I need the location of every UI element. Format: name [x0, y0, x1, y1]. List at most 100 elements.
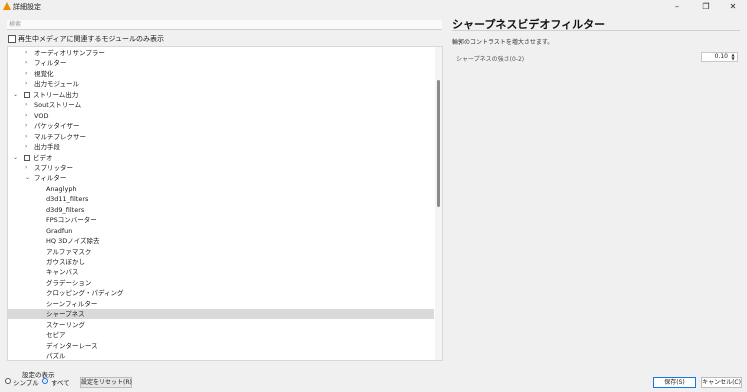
stream-output-icon — [24, 91, 30, 98]
tree-row-label: d3d9_filters — [46, 205, 85, 214]
tree-row[interactable]: ⌄ ビデオ — [8, 153, 434, 163]
all-radio-label[interactable]: すべて — [51, 377, 70, 387]
collapse-chevron-icon[interactable]: › — [25, 163, 27, 173]
expand-chevron-icon[interactable]: ⌄ — [25, 173, 30, 183]
cancel-button[interactable]: キャンセル(C) — [701, 377, 742, 388]
tree-row-label: シャープネス — [46, 310, 85, 319]
tree-row[interactable]: デインターレース — [8, 341, 434, 351]
tree-row[interactable]: › VOD — [8, 111, 434, 121]
tree-row-label: 出力モジュール — [34, 80, 80, 89]
simple-radio[interactable] — [5, 378, 11, 384]
tree-row-label: Gradfun — [46, 226, 73, 235]
tree-row-label: マルチプレクサー — [34, 132, 86, 141]
tree-row-label: ビデオ — [33, 153, 53, 162]
collapse-chevron-icon[interactable]: › — [25, 121, 27, 131]
tree-row-label: デインターレース — [46, 341, 98, 350]
module-tree[interactable]: › オーディオリサンプラー › フィルター › 視覚化 › 出力モジュール ⌄ ストリーム出力 › S… — [7, 46, 443, 361]
tree-row[interactable]: グラデーション — [8, 278, 434, 288]
tree-row[interactable]: › スプリッター — [8, 163, 434, 173]
tree-row-label: クロッピング・パディング — [46, 289, 124, 298]
tree-row-label: スプリッター — [34, 163, 73, 172]
panel-description: 輪郭のコントラストを増大させます。 — [452, 39, 554, 46]
vlc-cone-icon — [3, 2, 11, 10]
tree-row[interactable]: シーンフィルター — [8, 299, 434, 309]
tree-row-label: グラデーション — [46, 278, 92, 287]
collapse-chevron-icon[interactable]: › — [25, 58, 27, 68]
maximize-button[interactable]: ❐ — [694, 1, 718, 12]
tree-row[interactable]: ガウスぼかし — [8, 257, 434, 267]
tree-row-label: パズル — [46, 352, 66, 361]
tree-row[interactable]: › オーディオリサンプラー — [8, 48, 434, 58]
tree-scrollbar[interactable] — [435, 47, 442, 360]
tree-row-label: アルファマスク — [46, 247, 92, 256]
tree-row-label: フィルター — [34, 59, 67, 68]
tree-row[interactable]: d3d11_filters — [8, 194, 434, 204]
collapse-chevron-icon[interactable]: › — [25, 100, 27, 110]
tree-row-label: パケッタイザー — [34, 122, 80, 131]
tree-row[interactable]: › パケッタイザー — [8, 121, 434, 131]
spin-down-icon[interactable]: ▼ — [730, 57, 736, 61]
expand-chevron-icon[interactable]: ⌄ — [13, 153, 18, 163]
tree-row-label: VOD — [34, 111, 49, 120]
collapse-chevron-icon[interactable]: › — [25, 142, 27, 152]
tree-row-label: Anaglyph — [46, 184, 77, 193]
tree-row[interactable]: ⌄ ストリーム出力 — [8, 90, 434, 100]
tree-row[interactable]: › 出力手段 — [8, 142, 434, 152]
tree-row-label: シーンフィルター — [46, 299, 98, 308]
expand-chevron-icon[interactable]: ⌄ — [13, 90, 18, 100]
simple-radio-label[interactable]: シンプル — [13, 377, 39, 387]
collapse-chevron-icon[interactable]: › — [25, 48, 27, 58]
video-icon — [24, 154, 30, 161]
tree-row[interactable]: パズル — [8, 351, 434, 361]
window-title: 詳細設定 — [13, 3, 41, 11]
collapse-chevron-icon[interactable]: › — [25, 111, 27, 121]
current-only-checkbox[interactable] — [8, 35, 16, 43]
tree-row[interactable]: › マルチプレクサー — [8, 132, 434, 142]
tree-row[interactable]: Gradfun — [8, 226, 434, 236]
collapse-chevron-icon[interactable]: › — [25, 69, 27, 79]
tree-row-label: キャンバス — [46, 268, 79, 277]
sharpness-label: シャープネスの強さ(0-2) — [456, 56, 525, 63]
tree-row[interactable]: セピア — [8, 330, 434, 340]
minimize-button[interactable]: – — [665, 1, 689, 12]
tree-row-label: Soutストリーム — [34, 101, 82, 110]
tree-row-selected[interactable]: シャープネス — [8, 309, 434, 320]
tree-row-label: フィルター — [34, 174, 67, 183]
close-button[interactable]: ✕ — [721, 1, 745, 12]
search-input[interactable] — [7, 20, 442, 30]
reset-settings-button[interactable]: 設定をリセット(R) — [80, 377, 132, 388]
all-radio[interactable] — [42, 378, 48, 384]
tree-row-label: スケーリング — [46, 320, 85, 329]
tree-row[interactable]: › フィルター — [8, 58, 434, 68]
tree-row[interactable]: キャンバス — [8, 267, 434, 277]
tree-row[interactable]: クロッピング・パディング — [8, 288, 434, 298]
tree-row-label: FPSコンバーター — [46, 216, 97, 225]
tree-row[interactable]: ⌄ フィルター — [8, 173, 434, 183]
sharpness-value[interactable]: 0.10 — [715, 53, 728, 61]
tree-row-label: ガウスぼかし — [46, 258, 85, 266]
tree-row[interactable]: Anaglyph — [8, 184, 434, 194]
tree-row[interactable]: HQ 3Dノイズ除去 — [8, 236, 434, 246]
title-bar: 詳細設定 – ❐ ✕ — [0, 0, 747, 13]
tree-row-label: ストリーム出力 — [33, 90, 79, 99]
collapse-chevron-icon[interactable]: › — [25, 79, 27, 89]
spin-arrows[interactable]: ▲ ▼ — [730, 53, 736, 61]
tree-row-label: 出力手段 — [34, 143, 60, 152]
tree-row[interactable]: アルファマスク — [8, 247, 434, 257]
title-divider — [452, 30, 740, 31]
tree-row-label: セピア — [46, 331, 66, 340]
tree-scroll-thumb[interactable] — [437, 80, 440, 207]
tree-row[interactable]: FPSコンバーター — [8, 215, 434, 225]
sharpness-spinbox[interactable]: 0.10 ▲ ▼ — [701, 52, 738, 62]
tree-row[interactable]: › Soutストリーム — [8, 100, 434, 110]
tree-row-label: 視覚化 — [34, 69, 54, 78]
current-only-label: 再生中メディアに関連するモジュールのみ表示 — [18, 35, 165, 43]
tree-row-label: HQ 3Dノイズ除去 — [46, 237, 100, 246]
tree-row-label: オーディオリサンプラー — [34, 49, 105, 57]
collapse-chevron-icon[interactable]: › — [25, 132, 27, 142]
tree-row[interactable]: › 出力モジュール — [8, 79, 434, 89]
tree-row[interactable]: › 視覚化 — [8, 69, 434, 79]
tree-row[interactable]: スケーリング — [8, 320, 434, 330]
tree-row[interactable]: d3d9_filters — [8, 205, 434, 215]
save-button[interactable]: 保存(S) — [653, 377, 696, 388]
